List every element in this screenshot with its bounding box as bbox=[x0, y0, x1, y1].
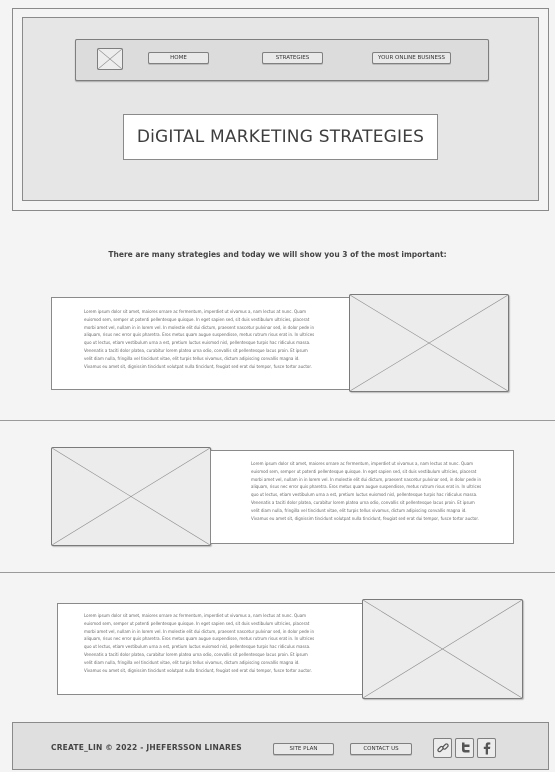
strategy-2-image-placeholder bbox=[51, 447, 211, 546]
strategy-3-image-placeholder bbox=[362, 599, 523, 699]
link-icon[interactable] bbox=[433, 738, 452, 758]
contact-us-button[interactable]: CONTACT US bbox=[350, 743, 412, 755]
strategy-1-text: Lorem ipsum dolor sit amet, maiores orna… bbox=[84, 309, 315, 369]
navbar: HOME STRATEGIES YOUR ONLINE BUSINESS bbox=[75, 39, 489, 81]
section-divider bbox=[0, 420, 555, 421]
footer: CREATE_LIN © 2022 - JHEFERSSON LINARES S… bbox=[12, 722, 549, 770]
page-title: DiGITAL MARKETING STRATEGIES bbox=[136, 127, 425, 147]
logo-image-placeholder[interactable] bbox=[97, 48, 123, 70]
strategy-1-image-placeholder bbox=[349, 294, 509, 392]
nav-home-button[interactable]: HOME bbox=[148, 52, 209, 64]
twitter-icon[interactable] bbox=[455, 738, 474, 758]
strategy-3-text: Lorem ipsum dolor sit amet, maiores orna… bbox=[84, 613, 315, 673]
strategy-3-text-box: Lorem ipsum dolor sit amet, maiores orna… bbox=[57, 603, 364, 695]
intro-text: There are many strategies and today we w… bbox=[108, 250, 447, 259]
hero-section: HOME STRATEGIES YOUR ONLINE BUSINESS DiG… bbox=[22, 17, 539, 201]
strategy-1-text-box: Lorem ipsum dolor sit amet, maiores orna… bbox=[51, 297, 351, 390]
copyright-text: CREATE_LIN © 2022 - JHEFERSSON LINARES bbox=[51, 743, 242, 752]
section-divider bbox=[0, 572, 555, 573]
strategy-2-text: Lorem ipsum dolor sit amet, maiores orna… bbox=[251, 461, 482, 521]
facebook-icon[interactable] bbox=[477, 738, 496, 758]
hero-frame: HOME STRATEGIES YOUR ONLINE BUSINESS DiG… bbox=[12, 8, 549, 211]
strategy-2-text-box: Lorem ipsum dolor sit amet, maiores orna… bbox=[210, 450, 514, 544]
site-plan-button[interactable]: SITE PLAN bbox=[273, 743, 334, 755]
nav-business-button[interactable]: YOUR ONLINE BUSINESS bbox=[372, 52, 451, 64]
page-title-box: DiGITAL MARKETING STRATEGIES bbox=[123, 114, 438, 160]
nav-strategies-button[interactable]: STRATEGIES bbox=[262, 52, 323, 64]
